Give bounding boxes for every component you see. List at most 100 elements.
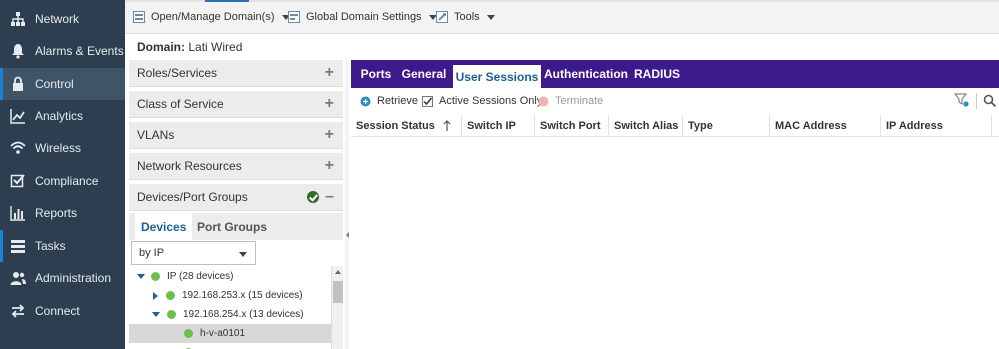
global-domain-settings-label: Global Domain Settings: [306, 11, 422, 23]
device-tree: IP (28 devices) 192.168.253.x (15 device…: [129, 266, 332, 349]
status-dot-icon: [166, 291, 175, 300]
nav-item-connect[interactable]: Connect: [0, 295, 125, 327]
column-switch-ip[interactable]: Switch IP: [462, 115, 535, 137]
terminate-button[interactable]: Terminate: [538, 95, 603, 107]
tree-node-next[interactable]: [129, 343, 332, 349]
bell-icon: [9, 42, 27, 60]
nav-item-wireless[interactable]: Wireless: [0, 132, 125, 164]
retrieve-icon: [360, 96, 371, 106]
toolbar-active-indicator: [205, 0, 249, 2]
tree-node-root[interactable]: IP (28 devices): [129, 267, 332, 286]
tree-node-subnet-254[interactable]: 192.168.254.x (13 devices): [129, 305, 332, 324]
tab-authentication[interactable]: Authentication: [544, 60, 628, 88]
tree-node-device[interactable]: h-v-a0101: [129, 324, 332, 343]
filter-icon: [954, 93, 969, 107]
accordion-vlans[interactable]: VLANs +: [129, 122, 343, 149]
domain-value: Lati Wired: [188, 40, 243, 54]
wifi-icon: [9, 139, 27, 157]
active-sessions-only-checkbox[interactable]: Active Sessions Only: [422, 95, 542, 107]
lock-icon: [9, 75, 27, 93]
chevron-down-icon: [486, 14, 495, 20]
accordion-devices-port-groups[interactable]: Devices/Port Groups –: [129, 184, 343, 211]
tree-node-label: 192.168.254.x (13 devices): [183, 309, 304, 320]
global-domain-settings-menu[interactable]: Global Domain Settings: [288, 9, 437, 25]
accordion-class-of-service[interactable]: Class of Service +: [129, 91, 343, 118]
nav-label: Control: [35, 77, 74, 91]
nav-label: Analytics: [35, 109, 84, 123]
column-mac-address[interactable]: MAC Address: [770, 115, 881, 137]
tab-radius[interactable]: RADIUS: [632, 60, 682, 88]
network-icon: [9, 10, 27, 28]
plus-icon: +: [324, 157, 334, 174]
accordion-network-resources[interactable]: Network Resources +: [129, 153, 343, 180]
main-tabbar: Ports General User Sessions Authenticati…: [351, 60, 999, 88]
devices-subtabs: Devices Port Groups: [129, 213, 343, 240]
status-dot-icon: [184, 329, 193, 338]
column-ip-address[interactable]: IP Address: [881, 115, 992, 137]
column-switch-port[interactable]: Switch Port: [535, 115, 609, 137]
connect-icon: [9, 302, 27, 320]
expand-icon[interactable]: [152, 312, 160, 317]
plus-icon: +: [324, 95, 334, 112]
accordion-roles-services[interactable]: Roles/Services +: [129, 60, 343, 87]
tools-label: Tools: [454, 11, 480, 23]
tools-menu[interactable]: Tools: [436, 9, 495, 25]
retrieve-button[interactable]: Retrieve: [360, 95, 418, 107]
scroll-thumb[interactable]: [333, 281, 343, 303]
accordion-label: Roles/Services: [137, 66, 218, 80]
nav-item-reports[interactable]: Reports: [0, 197, 125, 229]
nav-item-analytics[interactable]: Analytics: [0, 100, 125, 132]
group-by-select[interactable]: by IP: [131, 241, 256, 265]
collapse-left-icon[interactable]: [346, 232, 349, 238]
nav-label: Reports: [35, 206, 78, 220]
tab-ports[interactable]: Ports: [355, 60, 397, 88]
status-dot-icon: [167, 310, 176, 319]
checkbox-icon: [9, 172, 27, 190]
panel-splitter[interactable]: [345, 60, 349, 349]
nav-label: Compliance: [35, 174, 99, 188]
tab-port-groups[interactable]: Port Groups: [191, 213, 273, 240]
nav-item-compliance[interactable]: Compliance: [0, 165, 125, 197]
nav-label: Wireless: [35, 141, 82, 155]
analytics-icon: [9, 107, 27, 125]
domain-icon: [133, 11, 145, 23]
check-circle-icon: [307, 191, 320, 203]
nav-item-alarms[interactable]: Alarms & Events: [0, 35, 125, 67]
sessions-table-header: Session Status Switch IP Switch Port Swi…: [351, 115, 999, 137]
chevron-down-icon: [239, 252, 247, 257]
filter-button[interactable]: [954, 93, 970, 107]
column-switch-alias[interactable]: Switch Alias: [609, 115, 683, 137]
tasks-icon: [9, 237, 27, 255]
column-type[interactable]: Type: [683, 115, 770, 137]
nav-item-tasks[interactable]: Tasks: [0, 230, 125, 262]
tree-node-subnet-253[interactable]: 192.168.253.x (15 devices): [129, 286, 332, 305]
tree-node-label: IP (28 devices): [167, 271, 234, 282]
accordion-label: VLANs: [137, 128, 175, 142]
search-icon: [983, 94, 997, 108]
collapse-icon[interactable]: [153, 291, 158, 300]
tab-user-sessions[interactable]: User Sessions: [453, 65, 541, 88]
open-manage-domains-menu[interactable]: Open/Manage Domain(s): [133, 9, 290, 25]
tree-scrollbar[interactable]: [331, 266, 343, 349]
settings-icon: [288, 11, 300, 23]
nav-label: Administration: [35, 271, 112, 285]
nav-label: Alarms & Events: [35, 44, 124, 58]
domain-indicator: Domain: Lati Wired: [137, 40, 242, 54]
nav-label: Connect: [35, 304, 80, 318]
expand-icon[interactable]: [137, 274, 145, 279]
tab-general[interactable]: General: [399, 60, 449, 88]
tab-devices[interactable]: Devices: [135, 213, 193, 240]
users-icon: [9, 269, 27, 287]
scroll-up-icon[interactable]: [335, 270, 341, 274]
main-nav: Network Alarms & Events Control Analytic…: [0, 0, 125, 349]
terminate-icon: [538, 96, 549, 106]
toolbar-top-border: [125, 0, 999, 2]
nav-item-administration[interactable]: Administration: [0, 262, 125, 294]
bar-chart-icon: [9, 204, 27, 222]
column-session-status[interactable]: Session Status: [351, 115, 462, 137]
status-dot-icon: [151, 272, 160, 281]
accordion-label: Network Resources: [137, 159, 242, 173]
nav-item-network[interactable]: Network: [0, 3, 125, 35]
nav-item-control[interactable]: Control: [0, 68, 125, 100]
search-button[interactable]: [976, 93, 997, 109]
